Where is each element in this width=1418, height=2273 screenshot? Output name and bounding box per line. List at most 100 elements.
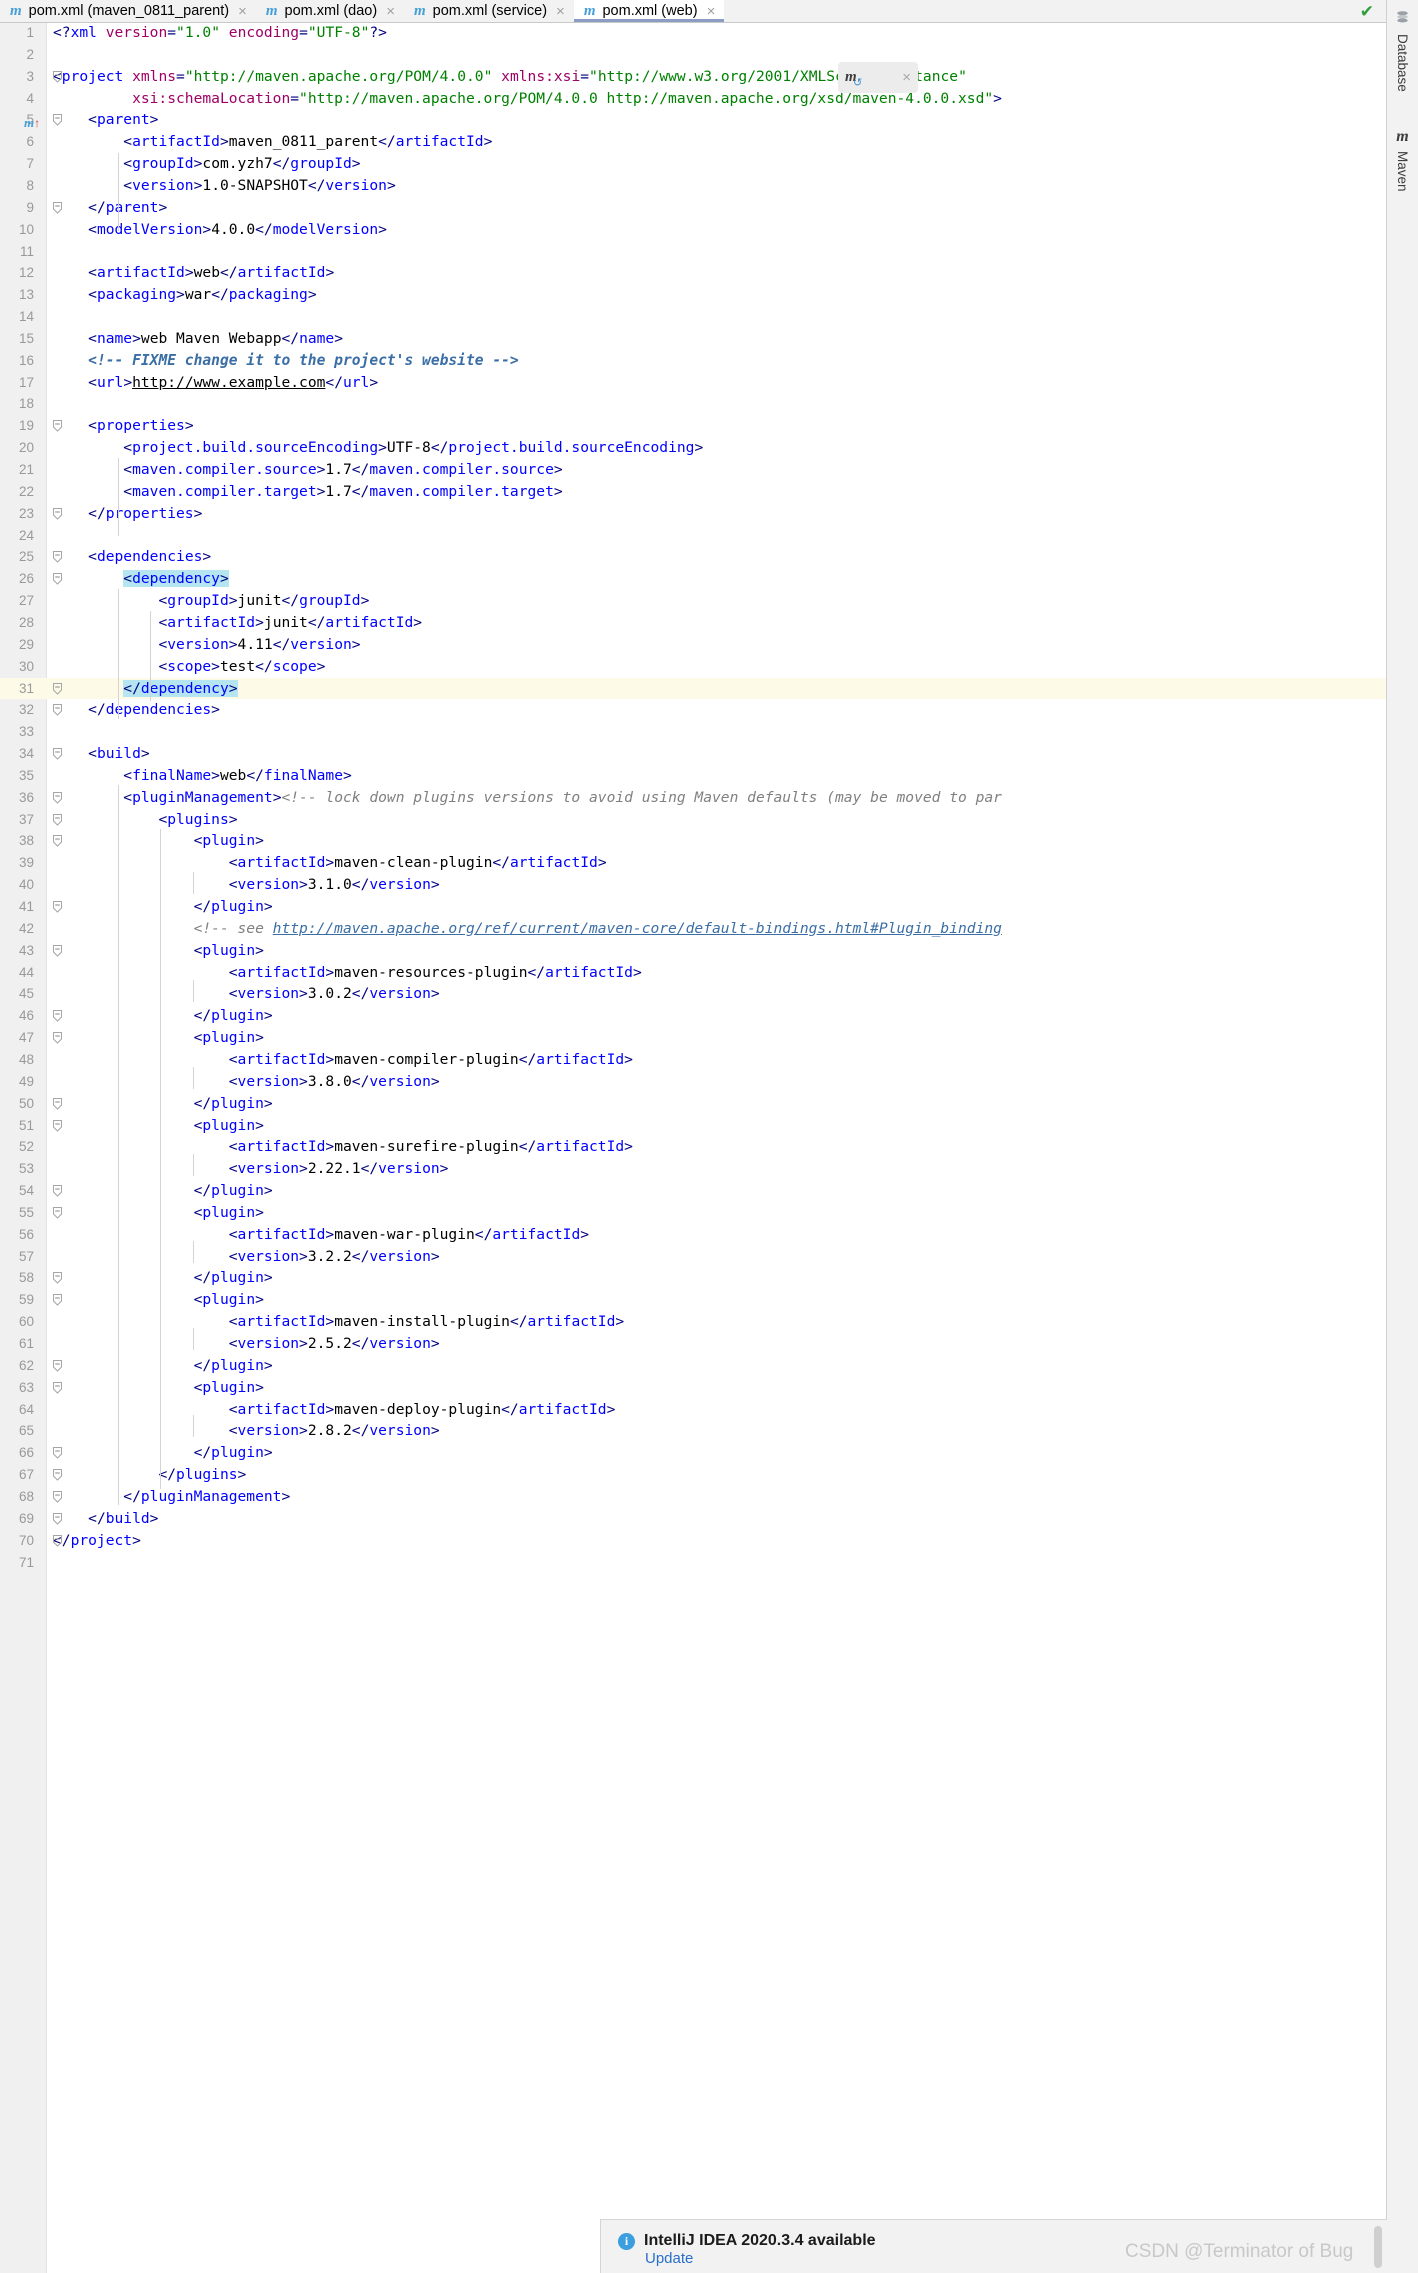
fold-marker-icon[interactable]	[52, 1294, 64, 1307]
code-line[interactable]: 12 <artifactId>web</artifactId>	[0, 262, 1387, 284]
code-line[interactable]: 34 <build>	[0, 743, 1387, 765]
code-line[interactable]: 41 </plugin>	[0, 896, 1387, 918]
notification-update-link[interactable]: Update	[645, 2250, 693, 2267]
fold-marker-icon[interactable]	[52, 1512, 64, 1525]
code-line[interactable]: 14	[0, 306, 1387, 328]
code-line[interactable]: 32 </dependencies>	[0, 699, 1387, 721]
code-line[interactable]: 16 <!-- FIXME change it to the project's…	[0, 350, 1387, 372]
code-line[interactable]: 69 </build>	[0, 1508, 1387, 1530]
code-line[interactable]: 58 </plugin>	[0, 1267, 1387, 1289]
code-line[interactable]: 54 </plugin>	[0, 1180, 1387, 1202]
tab-close-icon[interactable]: ×	[556, 4, 565, 19]
code-line[interactable]: 40 <version>3.1.0</version>	[0, 874, 1387, 896]
editor-tab-3[interactable]: m pom.xml (web) ×	[573, 0, 725, 22]
code-line[interactable]: 11	[0, 241, 1387, 263]
fold-marker-icon[interactable]	[52, 551, 64, 564]
code-editor[interactable]: 1 <?xml version="1.0" encoding="UTF-8"?> 2…	[0, 22, 1387, 2273]
fold-marker-icon[interactable]	[52, 791, 64, 804]
maven-reload-popup[interactable]: m ↺ ×	[838, 62, 918, 93]
code-line[interactable]: 50 </plugin>	[0, 1093, 1387, 1115]
code-line[interactable]: 22 <maven.compiler.target>1.7</maven.com…	[0, 481, 1387, 503]
code-line[interactable]: 55 <plugin>	[0, 1202, 1387, 1224]
fold-marker-icon[interactable]	[52, 1010, 64, 1022]
fold-marker-icon[interactable]	[52, 201, 64, 214]
fold-marker-icon[interactable]	[52, 573, 64, 585]
code-line[interactable]: 44 <artifactId>maven-resources-plugin</a…	[0, 962, 1387, 984]
code-line[interactable]: 53 <version>2.22.1</version>	[0, 1158, 1387, 1180]
code-line[interactable]: 31 </dependency>	[0, 677, 1387, 700]
code-line[interactable]: 52 <artifactId>maven-surefire-plugin</ar…	[0, 1136, 1387, 1158]
fold-marker-icon[interactable]	[52, 507, 64, 520]
inspection-ok-icon[interactable]: ✔	[1360, 4, 1374, 21]
code-line[interactable]: 47 <plugin>	[0, 1027, 1387, 1049]
editor-tab-2[interactable]: m pom.xml (service) ×	[403, 0, 574, 22]
code-line[interactable]: 49 <version>3.8.0</version>	[0, 1071, 1387, 1093]
code-line[interactable]: 21 <maven.compiler.source>1.7</maven.com…	[0, 459, 1387, 481]
fold-marker-icon[interactable]	[52, 748, 64, 760]
code-line[interactable]: 43 <plugin>	[0, 940, 1387, 962]
fold-marker-icon[interactable]	[52, 944, 64, 957]
code-line[interactable]: 2	[0, 44, 1387, 66]
fold-marker-icon[interactable]	[52, 704, 64, 717]
code-line[interactable]: 7 <groupId>com.yzh7</groupId>	[0, 153, 1387, 175]
code-line[interactable]: 28 <artifactId>junit</artifactId>	[0, 612, 1387, 634]
fold-marker-icon[interactable]	[52, 1447, 64, 1459]
code-line[interactable]: 18	[0, 393, 1387, 415]
fold-marker-icon[interactable]	[52, 682, 64, 695]
fold-marker-icon[interactable]	[52, 420, 64, 433]
code-line[interactable]: 65 <version>2.8.2</version>	[0, 1420, 1387, 1442]
code-line[interactable]: 51 <plugin>	[0, 1115, 1387, 1137]
code-line[interactable]: 8 <version>1.0-SNAPSHOT</version>	[0, 175, 1387, 197]
code-line[interactable]: 10 <modelVersion>4.0.0</modelVersion>	[0, 219, 1387, 241]
code-line[interactable]: 59 <plugin>	[0, 1289, 1387, 1311]
fold-marker-icon[interactable]	[52, 1490, 64, 1503]
editor-tab-0[interactable]: m pom.xml (maven_0811_parent) ×	[0, 0, 256, 22]
code-line[interactable]: 23 </properties>	[0, 503, 1387, 525]
code-line[interactable]: 6 <artifactId>maven_0811_parent</artifac…	[0, 131, 1387, 153]
code-line[interactable]: 39 <artifactId>maven-clean-plugin</artif…	[0, 852, 1387, 874]
code-line[interactable]: 3 <project xmlns="http://maven.apache.org…	[0, 66, 1387, 88]
sidebar-item-database[interactable]: Database	[1387, 10, 1418, 92]
fold-marker-icon[interactable]	[52, 70, 64, 83]
code-line[interactable]: 66 </plugin>	[0, 1442, 1387, 1464]
code-line[interactable]: 63 <plugin>	[0, 1377, 1387, 1399]
editor-tab-1[interactable]: m pom.xml (dao) ×	[255, 0, 404, 22]
code-line[interactable]: 38 <plugin>	[0, 830, 1387, 852]
code-line[interactable]: 46 </plugin>	[0, 1005, 1387, 1027]
code-line[interactable]: 70 </project>	[0, 1530, 1387, 1552]
fold-marker-icon[interactable]	[52, 1185, 64, 1197]
code-line[interactable]: 20 <project.build.sourceEncoding>UTF-8</…	[0, 437, 1387, 459]
code-line[interactable]: 13 <packaging>war</packaging>	[0, 284, 1387, 306]
code-line[interactable]: 36 <pluginManagement><!-- lock down plug…	[0, 787, 1387, 809]
code-line[interactable]: 71	[0, 1552, 1387, 1574]
code-line[interactable]: 27 <groupId>junit</groupId>	[0, 590, 1387, 612]
code-content[interactable]: 1 <?xml version="1.0" encoding="UTF-8"?> 2…	[0, 22, 1387, 2273]
code-line[interactable]: 17 <url>http://www.example.com</url>	[0, 372, 1387, 394]
code-line[interactable]: 42 <!-- see http://maven.apache.org/ref/…	[0, 918, 1387, 940]
fold-marker-icon[interactable]	[52, 1359, 64, 1372]
code-line[interactable]: 30 <scope>test</scope>	[0, 656, 1387, 678]
code-line[interactable]: 9 </parent>	[0, 197, 1387, 219]
code-line[interactable]: 57 <version>3.2.2</version>	[0, 1246, 1387, 1268]
code-line[interactable]: 29 <version>4.11</version>	[0, 634, 1387, 656]
fold-marker-icon[interactable]	[52, 1032, 64, 1044]
fold-marker-icon[interactable]	[52, 835, 64, 848]
fold-marker-icon[interactable]	[52, 1534, 64, 1547]
fold-marker-icon[interactable]	[52, 1097, 64, 1110]
code-line[interactable]: 15 <name>web Maven Webapp</name>	[0, 328, 1387, 350]
tab-close-icon[interactable]: ×	[386, 4, 395, 19]
fold-marker-icon[interactable]	[52, 1381, 64, 1394]
code-line[interactable]: 62 </plugin>	[0, 1355, 1387, 1377]
popup-close-icon[interactable]: ×	[902, 69, 911, 86]
fold-marker-icon[interactable]	[52, 1469, 64, 1481]
code-line[interactable]: 4 xsi:schemaLocation="http://maven.apach…	[0, 88, 1387, 110]
fold-marker-icon[interactable]	[52, 901, 64, 913]
code-line[interactable]: 48 <artifactId>maven-compiler-plugin</ar…	[0, 1049, 1387, 1071]
code-line[interactable]: 64 <artifactId>maven-deploy-plugin</arti…	[0, 1399, 1387, 1421]
code-line[interactable]: 5 <parent> m↑	[0, 109, 1387, 131]
code-line[interactable]: 67 </plugins>	[0, 1464, 1387, 1486]
sidebar-item-maven[interactable]: m Maven	[1387, 128, 1418, 192]
code-line[interactable]: 1 <?xml version="1.0" encoding="UTF-8"?>	[0, 22, 1387, 44]
fold-marker-icon[interactable]	[52, 1206, 64, 1219]
fold-marker-icon[interactable]	[52, 114, 64, 127]
